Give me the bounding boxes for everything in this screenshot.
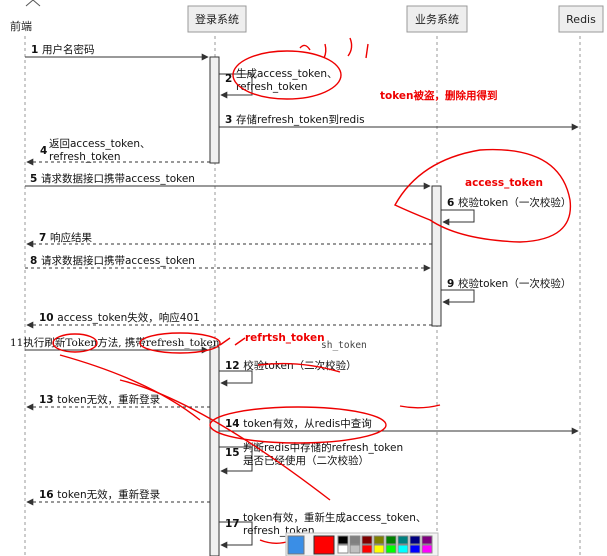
activation-business-1 [431, 185, 442, 327]
message-15-line2: 是否已经使用（二次校验） [243, 454, 369, 467]
message-11: 11执行刷新Token方法, 携带refresh_token [10, 336, 220, 349]
message-2-line1: 生成access_token、 [236, 67, 338, 80]
palette-swatch[interactable] [397, 535, 409, 545]
palette-swatch[interactable] [349, 544, 361, 554]
palette-swatch[interactable] [421, 535, 433, 545]
palette-swatch[interactable] [361, 544, 373, 554]
message-9: 9 校验token（一次校验） [447, 277, 571, 290]
svg-text:2: 2 [225, 73, 232, 85]
refresh-token-annotation: refrtsh_token [245, 332, 325, 344]
sequence-diagram: 前端 登录系统 业务系统 Redis 1 用户名密码 2 生成access_to… [10, 0, 604, 556]
message-7: 7 响应结果 [39, 231, 92, 244]
participant-business-label: 业务系统 [415, 13, 459, 26]
palette-swatch[interactable] [337, 544, 349, 554]
message-1: 1 用户名密码 [31, 43, 94, 56]
palette-swatch[interactable] [409, 535, 421, 545]
participant-frontend-label: 前端 [10, 19, 32, 33]
message-12: 12 校验token（二次校验） [225, 359, 357, 372]
palette-blue-tool[interactable] [287, 535, 305, 555]
participant-business: 业务系统 [406, 5, 468, 33]
message-4-line1: 返回access_token、 [49, 138, 151, 150]
message-3: 3 存储refresh_token到redis [225, 113, 365, 126]
message-12-arrow [219, 370, 253, 387]
palette-swatch[interactable] [397, 544, 409, 554]
message-16: 16 token无效，重新登录 [39, 488, 160, 501]
stolen-token-annotation: token被盗，删除用得到 [380, 89, 498, 102]
palette-swatch[interactable] [349, 535, 361, 545]
palette-swatch[interactable] [421, 544, 433, 554]
palette-swatch[interactable] [373, 535, 385, 545]
sh-token-annotation: sh_token [321, 340, 367, 351]
message-17-line1: token有效，重新生成access_token、 [243, 511, 426, 524]
message-4-line2: refresh_token [49, 151, 121, 163]
participant-login-label: 登录系统 [195, 12, 239, 26]
palette-swatch[interactable] [373, 544, 385, 554]
palette-swatch[interactable] [385, 544, 397, 554]
palette-selected-color[interactable] [313, 535, 335, 555]
message-6: 6 校验token（一次校验） [447, 196, 571, 209]
message-10: 10 access_token失效，响应401 [39, 311, 200, 324]
participant-redis-label: Redis [566, 13, 596, 26]
palette-swatch[interactable] [361, 535, 373, 545]
access-token-annotation: access_token [465, 177, 543, 189]
participant-login: 登录系统 [187, 5, 247, 33]
message-8: 8 请求数据接口携带access_token [30, 254, 195, 267]
activation-login-2 [209, 346, 220, 556]
message-9-arrow [441, 289, 475, 306]
palette-swatch[interactable] [409, 544, 421, 554]
svg-text:15: 15 [225, 447, 240, 459]
message-5: 5 请求数据接口携带access_token [30, 172, 195, 185]
color-palette-toolbar[interactable] [285, 532, 439, 556]
activation-login-1 [209, 56, 220, 164]
palette-swatch[interactable] [337, 535, 349, 545]
message-13: 13 token无效，重新登录 [39, 393, 160, 406]
message-6-arrow [441, 209, 475, 226]
svg-text:17: 17 [225, 518, 240, 530]
message-14: 14 token有效，从redis中查询 [225, 417, 372, 430]
svg-text:4: 4 [40, 145, 47, 157]
actor-frontend: 前端 [10, 0, 41, 33]
palette-swatch[interactable] [385, 535, 397, 545]
participant-redis: Redis [558, 5, 604, 33]
